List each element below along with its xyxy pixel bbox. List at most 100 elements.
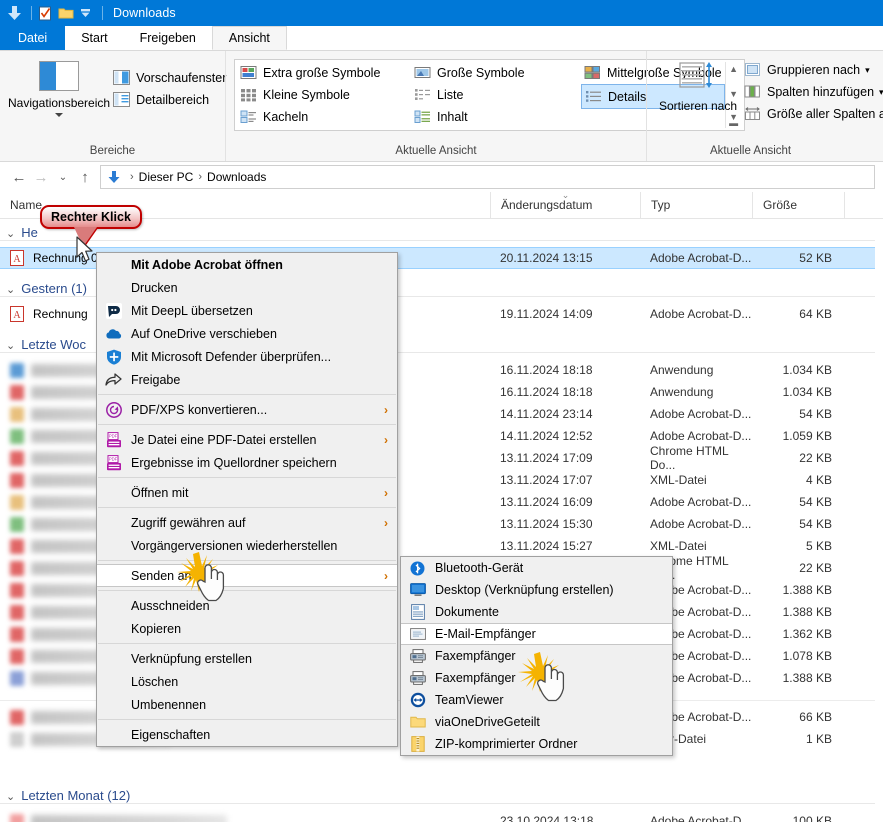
gruppieren-nach-button[interactable]: Gruppieren nach ▾ [741, 59, 883, 81]
download-icon[interactable] [6, 5, 23, 22]
tab-freigeben[interactable]: Freigeben [124, 26, 212, 50]
layout-grosse-symbole[interactable]: Große Symbole [411, 62, 581, 84]
context-menu-item[interactable]: Mit Adobe Acrobat öffnen [97, 253, 397, 276]
file-type-icon [10, 627, 24, 642]
context-menu: Mit Adobe Acrobat öffnen DruckenMit DeepL… [96, 252, 398, 747]
breadcrumb-downloads[interactable]: Downloads [207, 170, 266, 184]
context-menu-item[interactable]: PDFJe Datei eine PDF-Datei erstellen› [97, 428, 397, 451]
table-row[interactable]: 23.10.2024 13:18Adobe Acrobat-D...100 KB [0, 810, 875, 822]
menu-item-icon-empty [105, 674, 122, 690]
address-input[interactable]: › Dieser PC › Downloads [100, 165, 875, 189]
folder-icon[interactable] [57, 5, 74, 22]
context-menu-item[interactable]: Eigenschaften [97, 723, 397, 746]
medium-icons-icon [584, 65, 602, 81]
menu-item-icon-empty [105, 651, 122, 667]
tab-start[interactable]: Start [65, 26, 123, 50]
svg-text:A: A [13, 310, 21, 321]
layout-extra-grosse-symbole[interactable]: Extra große Symbole [237, 62, 407, 84]
share-icon [105, 372, 122, 388]
cell-size: 4 KB [752, 473, 844, 487]
up-button[interactable]: ↑ [74, 166, 96, 188]
vorschaufenster-button[interactable]: Vorschaufenster [110, 67, 229, 89]
menu-item-icon-empty [105, 621, 122, 637]
tab-datei[interactable]: Datei [0, 26, 65, 50]
submenu-item[interactable]: Dokumente [401, 601, 672, 623]
groesse-aller-spalten-label: Größe aller Spalten anpassen [767, 107, 883, 121]
fax-icon [409, 648, 426, 664]
submenu-arrow-icon: › [384, 569, 388, 583]
submenu-item[interactable]: E-Mail-Empfänger [401, 623, 672, 645]
context-menu-item[interactable]: Vorgängerversionen wiederherstellen [97, 534, 397, 557]
cell-date: 13.11.2024 17:07 [490, 473, 640, 487]
tab-ansicht[interactable]: Ansicht [212, 26, 287, 50]
context-menu-item[interactable]: Umbenennen [97, 693, 397, 716]
context-menu-item-label: Verknüpfung erstellen [131, 652, 252, 666]
menu-divider [98, 507, 396, 508]
group-header-text: ⌄Letzte Woc [6, 337, 94, 352]
submenu-item[interactable]: ZIP-komprimierter Ordner [401, 733, 672, 755]
context-menu-item-label: Mit Adobe Acrobat öffnen [131, 258, 283, 272]
menu-divider [98, 590, 396, 591]
context-menu-item[interactable]: Auf OneDrive verschieben [97, 322, 397, 345]
folder-icon [409, 714, 426, 730]
checklist-icon[interactable] [37, 5, 54, 22]
submenu-item[interactable]: Bluetooth-Gerät [401, 557, 672, 579]
context-menu-item[interactable]: PDF/XPS konvertieren...› [97, 398, 397, 421]
column-header-typ[interactable]: Typ [640, 192, 752, 218]
layout-label: Extra große Symbole [263, 66, 380, 80]
context-menu-item[interactable]: Kopieren [97, 617, 397, 640]
column-header-groesse[interactable]: Größe [752, 192, 844, 218]
context-menu-item[interactable]: Öffnen mit› [97, 481, 397, 504]
context-menu-item[interactable]: Verknüpfung erstellen [97, 647, 397, 670]
chevron-down-icon[interactable]: ⌄ [6, 791, 15, 803]
layout-liste[interactable]: Liste [411, 84, 581, 106]
file-type-icon [10, 539, 24, 554]
layout-inhalt[interactable]: Inhalt [411, 106, 581, 128]
preview-pane-icon [113, 70, 131, 86]
menu-item-icon-empty [105, 697, 122, 713]
detailbereich-button[interactable]: Detailbereich [110, 89, 229, 111]
documents-icon [409, 604, 426, 620]
context-menu-item[interactable]: Zugriff gewähren auf› [97, 511, 397, 534]
groesse-aller-spalten-button[interactable]: Größe aller Spalten anpassen [741, 103, 883, 125]
context-menu-item[interactable]: Löschen [97, 670, 397, 693]
chevron-down-icon[interactable]: ⌄ [6, 284, 15, 296]
details-view-icon [585, 89, 603, 105]
submenu-item[interactable]: Desktop (Verknüpfung erstellen) [401, 579, 672, 601]
file-type-icon [10, 561, 24, 576]
context-menu-item[interactable]: Mit DeepL übersetzen [97, 299, 397, 322]
breadcrumb-dieser-pc[interactable]: Dieser PC [139, 170, 194, 184]
group-label-aktuelle-ansicht: Aktuelle Ansicht [647, 145, 883, 161]
layout-kleine-symbole[interactable]: Kleine Symbole [237, 84, 407, 106]
context-menu-item[interactable]: Ausschneiden [97, 594, 397, 617]
context-menu-item-label: Umbenennen [131, 698, 206, 712]
forward-button[interactable]: → [30, 166, 52, 188]
context-menu-item-label: Ergebnisse im Quellordner speichern [131, 456, 337, 470]
cell-type: Anwendung [640, 363, 752, 377]
context-menu-item[interactable]: Mit Microsoft Defender überprüfen... [97, 345, 397, 368]
chevron-down-icon[interactable]: ⌄ [6, 340, 15, 352]
chevron-down-icon: ▾ [879, 87, 883, 98]
cell-size: 66 KB [752, 710, 844, 724]
chevron-down-icon[interactable]: ⌄ [6, 228, 15, 240]
group-label-bereiche: Bereiche [0, 145, 225, 161]
recent-locations-button[interactable]: ⌄ [52, 166, 74, 188]
context-menu-item[interactable]: PDFErgebnisse im Quellordner speichern [97, 451, 397, 474]
submenu-arrow-icon: › [384, 433, 388, 447]
cell-size: 1 KB [752, 732, 844, 746]
callout-text: Rechter Klick [40, 205, 142, 229]
layout-kacheln[interactable]: Kacheln [237, 106, 407, 128]
column-header-aenderungsdatum[interactable]: ⌄ Änderungsdatum [490, 192, 640, 218]
spalten-hinzufuegen-button[interactable]: Spalten hinzufügen ▾ [741, 81, 883, 103]
qat-dropdown-icon[interactable] [77, 5, 94, 22]
back-button[interactable]: ← [8, 166, 30, 188]
context-menu-item[interactable]: Senden an› [97, 564, 397, 587]
context-menu-item[interactable]: Freigabe [97, 368, 397, 391]
column-header-spacer [844, 192, 883, 218]
spalten-hinzufuegen-label: Spalten hinzufügen [767, 85, 874, 99]
submenu-item[interactable]: viaOneDriveGeteilt [401, 711, 672, 733]
pdf-icon: A [10, 250, 26, 266]
context-menu-item[interactable]: Drucken [97, 276, 397, 299]
sortieren-nach-button[interactable]: Sortieren nach [655, 57, 741, 113]
navigationsbereich-button[interactable]: Navigationsbereich [8, 57, 110, 117]
